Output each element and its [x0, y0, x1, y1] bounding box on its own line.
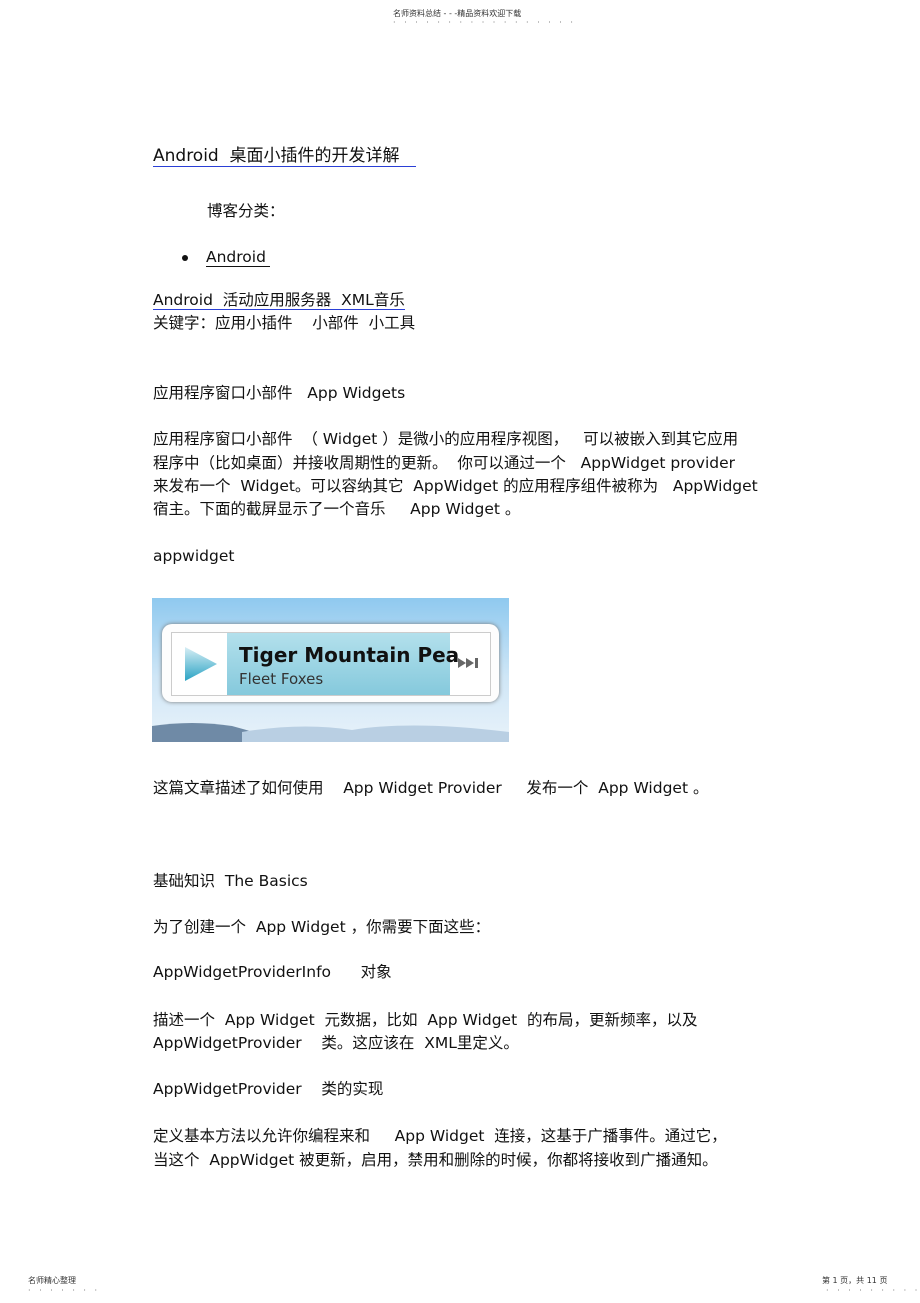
item2-heading: AppWidgetProvider 类的实现 [153, 1080, 384, 1098]
section1-heading: 应用程序窗口小部件 App Widgets [153, 384, 406, 402]
track-info[interactable]: Tiger Mountain Pea Fleet Foxes [227, 633, 459, 695]
paragraph1-line: 程序中（比如桌面）并接收周期性的更新。 你可以通过一个 AppWidget pr… [153, 454, 736, 472]
blog-category-label: 博客分类： [207, 202, 285, 220]
category-link[interactable]: Android [206, 248, 270, 267]
tags-link[interactable]: Android 活动应用服务器 XML音乐 [153, 291, 405, 310]
item1-heading: AppWidgetProviderInfo 对象 [153, 963, 392, 981]
appwidget-screenshot: Tiger Mountain Pea Fleet Foxes [152, 598, 509, 742]
tags-line[interactable]: Android 活动应用服务器 XML音乐 [153, 290, 405, 310]
paragraph1-line: 宿主。下面的截屏显示了一个音乐 App Widget 。 [153, 500, 521, 518]
skip-next-icon[interactable] [457, 655, 481, 671]
item2-desc-line: 当这个 AppWidget 被更新，启用，禁用和删除的时候，你都将接收到广播通知… [153, 1151, 718, 1169]
paragraph2: 这篇文章描述了如何使用 App Widget Provider 发布一个 App… [153, 779, 709, 797]
basics-intro: 为了创建一个 App Widget ，你需要下面这些： [153, 918, 491, 936]
document-page: 名师资料总结 - - -精品资料欢迎下载 · · · · · · · · · ·… [0, 0, 920, 1303]
footer-left: 名师精心整理 [28, 1276, 76, 1285]
play-icon[interactable] [172, 633, 227, 695]
section2-heading: 基础知识 The Basics [153, 872, 308, 890]
music-widget: Tiger Mountain Pea Fleet Foxes [162, 624, 499, 702]
article-title[interactable]: Android 桌面小插件的开发详解 [153, 146, 416, 167]
header-dots: · · · · · · · · · · · · · · · · · [393, 18, 576, 27]
title-link[interactable]: Android 桌面小插件的开发详解 [153, 146, 416, 167]
footer-right-dots: · · · · · · · · · [826, 1286, 920, 1295]
bullet [182, 255, 188, 261]
keywords: 关键字：应用小插件 小部件 小工具 [153, 314, 416, 332]
paragraph1-line: 应用程序窗口小部件 （ Widget ）是微小的应用程序视图， 可以被嵌入到其它… [153, 430, 739, 448]
category-item[interactable]: Android [206, 247, 270, 267]
landscape-hills [152, 723, 509, 742]
footer-left-dots: · · · · · · · [28, 1286, 101, 1295]
track-title: Tiger Mountain Pea [239, 643, 460, 667]
item2-desc-line: 定义基本方法以允许你编程来和 App Widget 连接，这基于广播事件。通过它… [153, 1127, 727, 1145]
footer-page-number: 第 1 页，共 11 页 [822, 1276, 888, 1285]
item1-desc-line: 描述一个 App Widget 元数据，比如 App Widget 的布局，更新… [153, 1011, 698, 1029]
image-caption: appwidget [153, 547, 235, 565]
paragraph1-line: 来发布一个 Widget。可以容纳其它 AppWidget 的应用程序组件被称为… [153, 477, 758, 495]
track-artist: Fleet Foxes [239, 670, 324, 688]
item1-desc-line: AppWidgetProvider 类。这应该在 XML里定义。 [153, 1034, 519, 1052]
